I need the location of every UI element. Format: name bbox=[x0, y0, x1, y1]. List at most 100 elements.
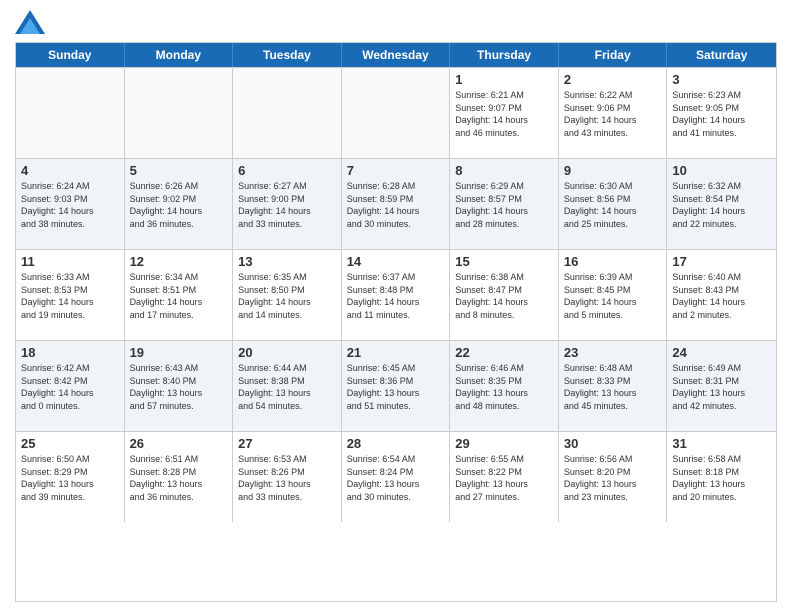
day-number: 16 bbox=[564, 254, 662, 269]
day-info: Sunrise: 6:51 AMSunset: 8:28 PMDaylight:… bbox=[130, 453, 228, 503]
cal-cell-empty-0 bbox=[16, 68, 125, 158]
day-info: Sunrise: 6:28 AMSunset: 8:59 PMDaylight:… bbox=[347, 180, 445, 230]
cal-cell-2: 2 Sunrise: 6:22 AMSunset: 9:06 PMDaylight… bbox=[559, 68, 668, 158]
cal-cell-1: 1 Sunrise: 6:21 AMSunset: 9:07 PMDaylight… bbox=[450, 68, 559, 158]
cal-cell-16: 16 Sunrise: 6:39 AMSunset: 8:45 PMDayligh… bbox=[559, 250, 668, 340]
cal-cell-empty-2 bbox=[233, 68, 342, 158]
week-row-2: 4 Sunrise: 6:24 AMSunset: 9:03 PMDaylight… bbox=[16, 158, 776, 249]
day-number: 4 bbox=[21, 163, 119, 178]
day-number: 13 bbox=[238, 254, 336, 269]
cal-cell-25: 25 Sunrise: 6:50 AMSunset: 8:29 PMDayligh… bbox=[16, 432, 125, 522]
day-number: 26 bbox=[130, 436, 228, 451]
cal-cell-15: 15 Sunrise: 6:38 AMSunset: 8:47 PMDayligh… bbox=[450, 250, 559, 340]
cal-cell-14: 14 Sunrise: 6:37 AMSunset: 8:48 PMDayligh… bbox=[342, 250, 451, 340]
week-row-4: 18 Sunrise: 6:42 AMSunset: 8:42 PMDayligh… bbox=[16, 340, 776, 431]
cal-cell-6: 6 Sunrise: 6:27 AMSunset: 9:00 PMDaylight… bbox=[233, 159, 342, 249]
day-number: 27 bbox=[238, 436, 336, 451]
day-number: 10 bbox=[672, 163, 771, 178]
day-info: Sunrise: 6:42 AMSunset: 8:42 PMDaylight:… bbox=[21, 362, 119, 412]
day-info: Sunrise: 6:55 AMSunset: 8:22 PMDaylight:… bbox=[455, 453, 553, 503]
cal-cell-18: 18 Sunrise: 6:42 AMSunset: 8:42 PMDayligh… bbox=[16, 341, 125, 431]
day-info: Sunrise: 6:35 AMSunset: 8:50 PMDaylight:… bbox=[238, 271, 336, 321]
day-info: Sunrise: 6:54 AMSunset: 8:24 PMDaylight:… bbox=[347, 453, 445, 503]
cal-cell-23: 23 Sunrise: 6:48 AMSunset: 8:33 PMDayligh… bbox=[559, 341, 668, 431]
day-number: 30 bbox=[564, 436, 662, 451]
day-info: Sunrise: 6:26 AMSunset: 9:02 PMDaylight:… bbox=[130, 180, 228, 230]
day-info: Sunrise: 6:56 AMSunset: 8:20 PMDaylight:… bbox=[564, 453, 662, 503]
cal-cell-26: 26 Sunrise: 6:51 AMSunset: 8:28 PMDayligh… bbox=[125, 432, 234, 522]
page: SundayMondayTuesdayWednesdayThursdayFrid… bbox=[0, 0, 792, 612]
cal-cell-28: 28Sunrise: 6:54 AMSunset: 8:24 PMDayligh… bbox=[342, 432, 451, 522]
cal-cell-11: 11 Sunrise: 6:33 AMSunset: 8:53 PMDayligh… bbox=[16, 250, 125, 340]
day-header-thursday: Thursday bbox=[450, 43, 559, 67]
day-header-sunday: Sunday bbox=[16, 43, 125, 67]
day-info: Sunrise: 6:37 AMSunset: 8:48 PMDaylight:… bbox=[347, 271, 445, 321]
cal-cell-3: 3Sunrise: 6:23 AMSunset: 9:05 PMDaylight… bbox=[667, 68, 776, 158]
day-info: Sunrise: 6:32 AMSunset: 8:54 PMDaylight:… bbox=[672, 180, 771, 230]
cal-cell-22: 22 Sunrise: 6:46 AMSunset: 8:35 PMDayligh… bbox=[450, 341, 559, 431]
week-row-1: 1 Sunrise: 6:21 AMSunset: 9:07 PMDaylight… bbox=[16, 67, 776, 158]
day-number: 2 bbox=[564, 72, 662, 87]
cal-cell-empty-1 bbox=[125, 68, 234, 158]
day-number: 8 bbox=[455, 163, 553, 178]
day-info: Sunrise: 6:53 AMSunset: 8:26 PMDaylight:… bbox=[238, 453, 336, 503]
day-header-tuesday: Tuesday bbox=[233, 43, 342, 67]
cal-cell-5: 5Sunrise: 6:26 AMSunset: 9:02 PMDaylight… bbox=[125, 159, 234, 249]
cal-cell-13: 13 Sunrise: 6:35 AMSunset: 8:50 PMDayligh… bbox=[233, 250, 342, 340]
day-number: 23 bbox=[564, 345, 662, 360]
cal-cell-31: 31Sunrise: 6:58 AMSunset: 8:18 PMDayligh… bbox=[667, 432, 776, 522]
cal-cell-7: 7 Sunrise: 6:28 AMSunset: 8:59 PMDaylight… bbox=[342, 159, 451, 249]
calendar: SundayMondayTuesdayWednesdayThursdayFrid… bbox=[15, 42, 777, 602]
day-number: 21 bbox=[347, 345, 445, 360]
day-number: 25 bbox=[21, 436, 119, 451]
day-info: Sunrise: 6:39 AMSunset: 8:45 PMDaylight:… bbox=[564, 271, 662, 321]
day-header-wednesday: Wednesday bbox=[342, 43, 451, 67]
day-info: Sunrise: 6:38 AMSunset: 8:47 PMDaylight:… bbox=[455, 271, 553, 321]
day-number: 22 bbox=[455, 345, 553, 360]
day-number: 17 bbox=[672, 254, 771, 269]
day-info: Sunrise: 6:30 AMSunset: 8:56 PMDaylight:… bbox=[564, 180, 662, 230]
calendar-body: 1 Sunrise: 6:21 AMSunset: 9:07 PMDaylight… bbox=[16, 67, 776, 522]
day-number: 24 bbox=[672, 345, 771, 360]
cal-cell-17: 17 Sunrise: 6:40 AMSunset: 8:43 PMDayligh… bbox=[667, 250, 776, 340]
cal-cell-19: 19Sunrise: 6:43 AMSunset: 8:40 PMDayligh… bbox=[125, 341, 234, 431]
day-number: 11 bbox=[21, 254, 119, 269]
day-number: 1 bbox=[455, 72, 553, 87]
day-number: 19 bbox=[130, 345, 228, 360]
week-row-3: 11 Sunrise: 6:33 AMSunset: 8:53 PMDayligh… bbox=[16, 249, 776, 340]
cal-cell-empty-3 bbox=[342, 68, 451, 158]
logo-icon bbox=[15, 10, 45, 34]
day-info: Sunrise: 6:49 AMSunset: 8:31 PMDaylight:… bbox=[672, 362, 771, 412]
cal-cell-8: 8Sunrise: 6:29 AMSunset: 8:57 PMDaylight… bbox=[450, 159, 559, 249]
day-header-friday: Friday bbox=[559, 43, 668, 67]
cal-cell-10: 10 Sunrise: 6:32 AMSunset: 8:54 PMDayligh… bbox=[667, 159, 776, 249]
day-number: 12 bbox=[130, 254, 228, 269]
day-info: Sunrise: 6:45 AMSunset: 8:36 PMDaylight:… bbox=[347, 362, 445, 412]
day-info: Sunrise: 6:27 AMSunset: 9:00 PMDaylight:… bbox=[238, 180, 336, 230]
day-number: 6 bbox=[238, 163, 336, 178]
day-number: 18 bbox=[21, 345, 119, 360]
day-number: 31 bbox=[672, 436, 771, 451]
day-number: 20 bbox=[238, 345, 336, 360]
day-number: 7 bbox=[347, 163, 445, 178]
cal-cell-21: 21 Sunrise: 6:45 AMSunset: 8:36 PMDayligh… bbox=[342, 341, 451, 431]
day-info: Sunrise: 6:21 AMSunset: 9:07 PMDaylight:… bbox=[455, 89, 553, 139]
day-number: 14 bbox=[347, 254, 445, 269]
cal-cell-27: 27 Sunrise: 6:53 AMSunset: 8:26 PMDayligh… bbox=[233, 432, 342, 522]
cal-cell-9: 9Sunrise: 6:30 AMSunset: 8:56 PMDaylight… bbox=[559, 159, 668, 249]
day-info: Sunrise: 6:46 AMSunset: 8:35 PMDaylight:… bbox=[455, 362, 553, 412]
day-info: Sunrise: 6:40 AMSunset: 8:43 PMDaylight:… bbox=[672, 271, 771, 321]
day-number: 15 bbox=[455, 254, 553, 269]
day-info: Sunrise: 6:34 AMSunset: 8:51 PMDaylight:… bbox=[130, 271, 228, 321]
day-info: Sunrise: 6:24 AMSunset: 9:03 PMDaylight:… bbox=[21, 180, 119, 230]
day-info: Sunrise: 6:48 AMSunset: 8:33 PMDaylight:… bbox=[564, 362, 662, 412]
day-info: Sunrise: 6:33 AMSunset: 8:53 PMDaylight:… bbox=[21, 271, 119, 321]
day-info: Sunrise: 6:23 AMSunset: 9:05 PMDaylight:… bbox=[672, 89, 771, 139]
day-info: Sunrise: 6:50 AMSunset: 8:29 PMDaylight:… bbox=[21, 453, 119, 503]
calendar-header: SundayMondayTuesdayWednesdayThursdayFrid… bbox=[16, 43, 776, 67]
day-header-monday: Monday bbox=[125, 43, 234, 67]
logo bbox=[15, 10, 49, 34]
cal-cell-30: 30 Sunrise: 6:56 AMSunset: 8:20 PMDayligh… bbox=[559, 432, 668, 522]
cal-cell-20: 20Sunrise: 6:44 AMSunset: 8:38 PMDayligh… bbox=[233, 341, 342, 431]
day-info: Sunrise: 6:22 AMSunset: 9:06 PMDaylight:… bbox=[564, 89, 662, 139]
